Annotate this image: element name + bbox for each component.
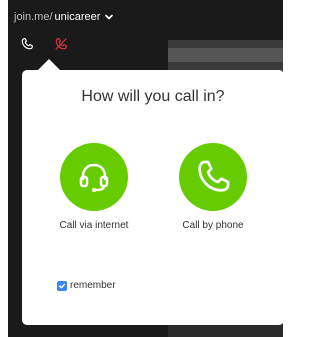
remember-option[interactable]: remember (57, 280, 116, 291)
background-strip (168, 48, 283, 62)
phone-icon (198, 160, 230, 192)
call-in-popup: How will you call in? Call via internet … (22, 70, 284, 325)
account-menu[interactable]: join.me/ unicareer (14, 8, 114, 26)
toolbar-icons (20, 36, 68, 52)
call-via-internet-option[interactable]: Call via internet (44, 143, 144, 231)
call-by-phone-label: Call by phone (182, 220, 244, 231)
domain-label: join.me/ (14, 11, 53, 23)
call-via-internet-button[interactable] (60, 143, 128, 211)
headset-icon (79, 163, 109, 192)
call-via-internet-label: Call via internet (59, 220, 129, 231)
username-label: unicareer (54, 11, 101, 23)
checkmark-icon (58, 283, 66, 288)
mute-icon[interactable] (54, 36, 68, 52)
phone-call-icon[interactable] (20, 36, 34, 52)
remember-label: remember (70, 280, 116, 291)
popup-title: How will you call in? (81, 88, 225, 105)
call-by-phone-button[interactable] (179, 143, 247, 211)
call-by-phone-option[interactable]: Call by phone (163, 143, 263, 231)
chevron-down-icon (105, 14, 114, 20)
remember-checkbox[interactable] (57, 280, 67, 291)
